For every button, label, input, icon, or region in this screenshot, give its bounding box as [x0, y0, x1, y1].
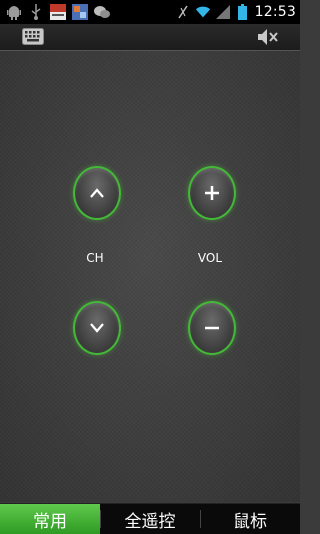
mute-icon — [258, 29, 278, 45]
channel-down-button[interactable] — [73, 301, 121, 355]
wifi-icon — [195, 4, 211, 20]
status-bar: 12:53 — [0, 0, 300, 24]
tab-common[interactable]: 常用 — [0, 504, 100, 534]
keyboard-button[interactable] — [22, 28, 44, 45]
signal-icon — [215, 4, 231, 20]
remote-panel: CH VOL — [0, 51, 300, 502]
chat-icon — [94, 4, 110, 20]
android-debug-icon — [6, 4, 22, 20]
chevron-down-icon — [90, 323, 104, 333]
bottom-tab-bar: 常用 全遥控 鼠标 — [0, 503, 300, 534]
remote-toolbar — [0, 24, 300, 51]
minus-icon — [205, 326, 219, 330]
tab-mouse[interactable]: 鼠标 — [200, 504, 300, 534]
channel-label: CH — [86, 251, 104, 265]
tab-full-remote[interactable]: 全遥控 — [100, 504, 200, 534]
volume-down-button[interactable] — [188, 301, 236, 355]
battery-icon — [235, 4, 251, 20]
volume-up-button[interactable] — [188, 166, 236, 220]
mute-button[interactable] — [256, 27, 280, 47]
status-clock: 12:53 — [254, 4, 296, 20]
plus-icon — [205, 186, 219, 200]
app-notification-icon — [50, 4, 66, 20]
vibrate-icon — [175, 4, 191, 20]
keyboard-icon — [22, 28, 44, 45]
photo-app-icon — [72, 4, 88, 20]
volume-label: VOL — [197, 251, 223, 265]
usb-icon — [28, 4, 44, 20]
chevron-up-icon — [90, 188, 104, 198]
channel-up-button[interactable] — [73, 166, 121, 220]
